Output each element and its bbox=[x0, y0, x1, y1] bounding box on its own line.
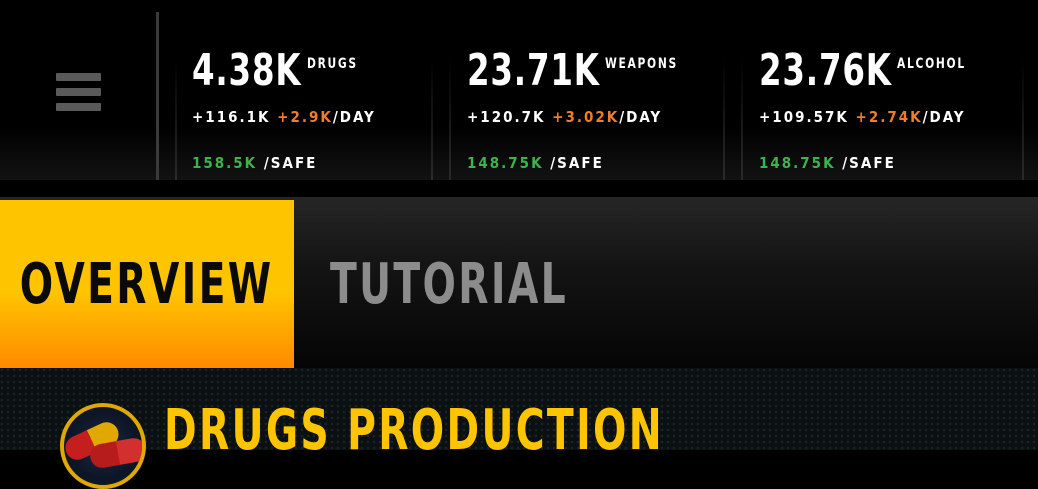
resource-name: DRUGS bbox=[307, 56, 359, 72]
resource-amount: 23.71K bbox=[467, 45, 600, 96]
safe-capacity: 148.75K /SAFE bbox=[759, 154, 896, 172]
divider bbox=[741, 58, 743, 180]
tab-tutorial[interactable]: TUTORIAL bbox=[294, 200, 594, 368]
resource-weapons[interactable]: 23.71K WEAPONS +120.7K +3.02K/DAY 148.75… bbox=[467, 46, 691, 180]
safe-label: /SAFE bbox=[550, 154, 604, 172]
resource-alcohol[interactable]: 23.76K ALCOHOL +109.57K +2.74K/DAY 148.7… bbox=[759, 46, 978, 180]
divider bbox=[723, 58, 725, 180]
base-rate: +109.57K bbox=[759, 108, 849, 126]
hamburger-menu-icon[interactable] bbox=[55, 73, 101, 111]
safe-amount: 148.75K bbox=[759, 154, 836, 172]
section-title: DRUGS PRODUCTION bbox=[164, 398, 665, 463]
per-day-label: /DAY bbox=[922, 108, 966, 126]
divider bbox=[1022, 58, 1024, 180]
resource-drugs[interactable]: 4.38K DRUGS +116.1K +2.9K/DAY 158.5K /SA… bbox=[192, 45, 374, 180]
per-day-label: /DAY bbox=[619, 108, 663, 126]
bonus-rate: +2.9K bbox=[277, 108, 333, 126]
bonus-rate: +3.02K bbox=[552, 108, 620, 126]
menu-button[interactable] bbox=[0, 12, 156, 180]
safe-label: /SAFE bbox=[263, 154, 318, 172]
tab-label: OVERVIEW bbox=[20, 251, 274, 317]
resource-name: WEAPONS bbox=[604, 56, 678, 72]
production-rate: +120.7K +3.02K/DAY bbox=[467, 108, 662, 126]
resource-amount: 23.76K bbox=[759, 45, 892, 96]
divider bbox=[175, 58, 177, 180]
resource-amount: 4.38K bbox=[192, 45, 302, 96]
resource-bar: 4.38K DRUGS +116.1K +2.9K/DAY 158.5K /SA… bbox=[0, 0, 1038, 180]
safe-capacity: 148.75K /SAFE bbox=[467, 154, 604, 172]
divider bbox=[156, 12, 159, 180]
base-rate: +116.1K bbox=[192, 108, 271, 126]
divider bbox=[431, 58, 433, 180]
safe-label: /SAFE bbox=[842, 154, 896, 172]
safe-capacity: 158.5K /SAFE bbox=[192, 154, 317, 172]
production-rate: +116.1K +2.9K/DAY bbox=[192, 108, 376, 126]
divider bbox=[449, 58, 451, 180]
bonus-rate: +2.74K bbox=[855, 108, 923, 126]
per-day-label: /DAY bbox=[332, 108, 376, 126]
pills-icon bbox=[60, 403, 146, 489]
safe-amount: 148.75K bbox=[467, 154, 544, 172]
safe-amount: 158.5K bbox=[192, 154, 258, 172]
tab-overview[interactable]: OVERVIEW bbox=[0, 200, 294, 368]
production-rate: +109.57K +2.74K/DAY bbox=[759, 108, 966, 126]
tab-label: TUTORIAL bbox=[330, 251, 568, 317]
base-rate: +120.7K bbox=[467, 108, 546, 126]
resource-name: ALCOHOL bbox=[896, 56, 966, 72]
